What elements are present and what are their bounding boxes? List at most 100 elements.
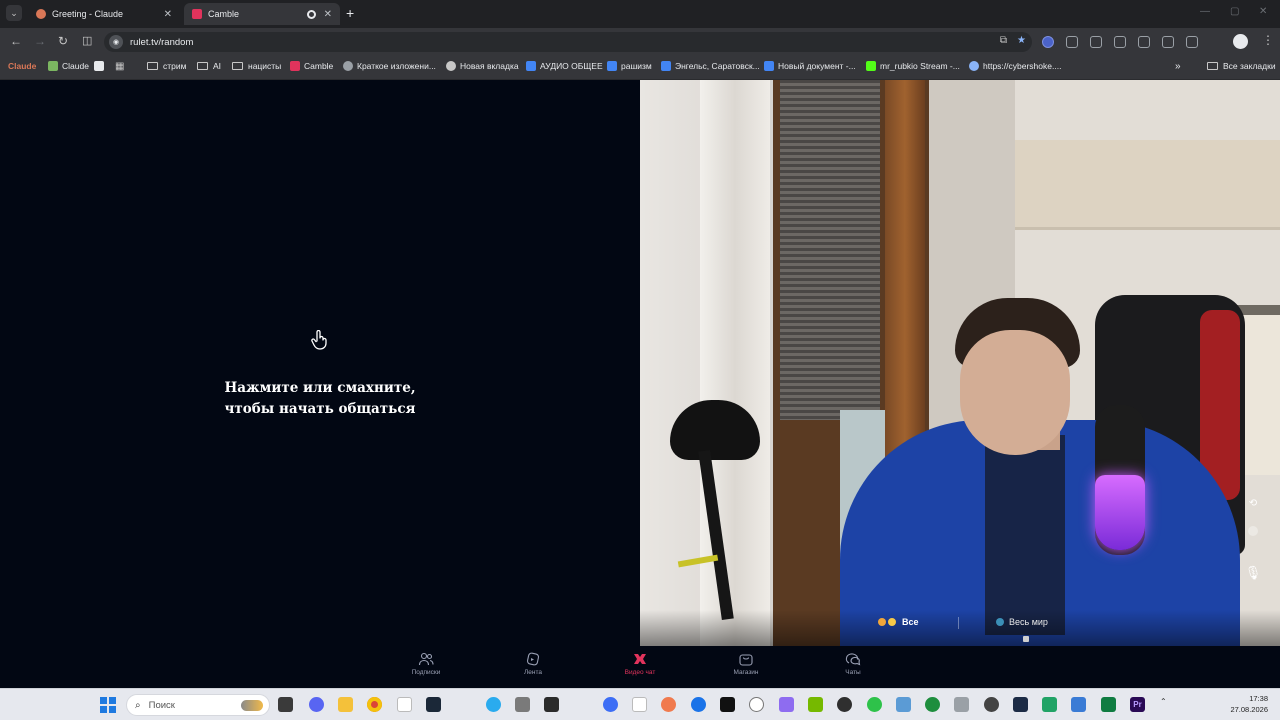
terminal-icon[interactable] — [544, 697, 559, 712]
nav-shop[interactable]: Магазин — [716, 652, 776, 676]
start-chat-area[interactable]: Нажмите или смахните, чтобы начать общат… — [0, 80, 640, 646]
app-icon[interactable] — [896, 697, 911, 712]
nav-video-chat[interactable]: Видео чат — [610, 652, 670, 676]
notepad-icon[interactable] — [397, 697, 412, 712]
snipping-tool-icon[interactable] — [515, 697, 530, 712]
vpn-icon[interactable] — [603, 697, 618, 712]
globe-icon — [996, 618, 1004, 626]
filter-world-button[interactable]: Весь мир — [996, 617, 1048, 627]
browser-menu-icon[interactable]: ⋮ — [1262, 33, 1274, 47]
bookmark-claude-logo[interactable]: Claude — [8, 61, 36, 71]
bookmark-new-tab[interactable]: Новая вкладка — [446, 61, 519, 71]
task-view-icon[interactable] — [278, 697, 293, 712]
telegram-icon[interactable] — [486, 697, 501, 712]
filter-all-button[interactable]: Все — [878, 617, 919, 627]
bottom-navigation: Подписки Лента Видео чат Магазин Чаты — [0, 646, 1280, 688]
more-bookmarks-icon[interactable]: » — [1175, 61, 1181, 72]
close-window-button[interactable]: ✕ — [1259, 6, 1267, 17]
app-icon[interactable] — [1013, 697, 1028, 712]
excel-icon[interactable] — [1042, 697, 1057, 712]
bookmark-summary[interactable]: Краткое изложени... — [343, 61, 436, 71]
settings-gear-icon[interactable] — [954, 697, 969, 712]
bookmark-audio[interactable]: АУДИО ОБЩЕЕ — [526, 61, 603, 71]
profile-avatar[interactable] — [1233, 34, 1248, 49]
app-icon[interactable] — [984, 697, 999, 712]
back-icon[interactable]: ← — [10, 34, 22, 48]
minimize-button[interactable]: — — [1200, 6, 1210, 17]
doc-icon — [661, 61, 671, 71]
bookmark-favicon-icon — [969, 61, 979, 71]
feed-icon — [526, 652, 540, 666]
microphone-icon[interactable]: 🎙 — [1245, 565, 1262, 580]
extensions-puzzle-icon[interactable] — [1066, 36, 1078, 48]
site-info-icon[interactable]: ◉ — [109, 35, 123, 49]
new-tab-button[interactable]: + — [346, 5, 354, 21]
folder-icon — [1207, 62, 1218, 70]
bookmark-camble[interactable]: Camble — [290, 61, 333, 71]
nav-chats[interactable]: Чаты — [823, 652, 883, 676]
extension-icon[interactable] — [1042, 36, 1054, 48]
obs-icon[interactable] — [837, 697, 852, 712]
nvidia-icon[interactable] — [808, 697, 823, 712]
globe-app-icon[interactable] — [925, 697, 940, 712]
bookmark-folder-nazis[interactable]: нацисты — [232, 61, 281, 71]
timer-icon[interactable] — [1248, 526, 1258, 536]
discord-icon[interactable] — [309, 697, 324, 712]
app-icon[interactable] — [867, 697, 882, 712]
bookmark-apps[interactable]: ▦ — [115, 61, 124, 72]
close-tab-icon[interactable]: ✕ — [324, 9, 332, 20]
bookmark-cybershoke[interactable]: https://cybershoke.... — [969, 61, 1061, 71]
taskbar-search[interactable]: ⌕ Поиск — [126, 694, 270, 716]
start-menu-icon[interactable] — [100, 697, 116, 713]
bookmark-kick-stream[interactable]: mr_rubkio Stream -... — [866, 61, 960, 71]
bookmark-new-doc[interactable]: Новый документ -... — [764, 61, 856, 71]
reload-icon[interactable]: ↻ — [58, 34, 68, 48]
claude-app-icon[interactable] — [661, 697, 676, 712]
sidebar-icon[interactable]: ◫ — [82, 34, 92, 47]
tab-search-button[interactable]: ⌄ — [6, 5, 22, 21]
tab-strip: ⌄ Greeting - Claude ✕ Camble ✕ + — ▢ ✕ — [0, 0, 1280, 28]
check-app-icon[interactable] — [691, 697, 706, 712]
link-icon[interactable] — [1138, 36, 1150, 48]
url-text[interactable]: rulet.tv/random — [130, 37, 193, 48]
bookmark-claude[interactable]: Claude — [48, 61, 89, 71]
bookmark-favicon-icon — [48, 61, 58, 71]
tray-overflow-icon[interactable]: ⌃ — [1160, 697, 1167, 706]
grid-icon[interactable] — [1114, 36, 1126, 48]
address-bar[interactable]: ◉ rulet.tv/random ⧉ ★ — [104, 32, 1032, 52]
maximize-button[interactable]: ▢ — [1230, 6, 1239, 17]
switch-camera-icon[interactable]: ⟲ — [1246, 496, 1260, 510]
bookmark-blank[interactable] — [94, 61, 108, 71]
capcut-icon[interactable] — [720, 697, 735, 712]
bookmark-folder-ai[interactable]: AI — [197, 61, 221, 71]
chart-app-icon[interactable] — [1101, 697, 1116, 712]
forward-icon[interactable]: → — [34, 34, 46, 48]
steam-icon[interactable] — [426, 697, 441, 712]
premiere-icon[interactable]: Pr — [1130, 697, 1145, 712]
calendar-icon[interactable] — [1162, 36, 1174, 48]
font-app-icon[interactable] — [632, 697, 647, 712]
file-explorer-icon[interactable] — [338, 697, 353, 712]
tab-title: Camble — [208, 9, 240, 19]
emoji-icon — [878, 618, 886, 626]
bookmark-engels[interactable]: Энгельс, Саратовск... — [661, 61, 760, 71]
side-panel-icon[interactable] — [1186, 36, 1198, 48]
translate-icon[interactable] — [1090, 36, 1102, 48]
chrome-icon[interactable] — [367, 697, 382, 712]
obsidian-icon[interactable] — [779, 697, 794, 712]
nav-feed[interactable]: Лента — [503, 652, 563, 676]
close-tab-icon[interactable]: ✕ — [164, 9, 172, 20]
bookmark-folder-stream[interactable]: стрим — [147, 61, 186, 71]
nav-subscriptions[interactable]: Подписки — [396, 652, 456, 676]
bookmark-star-icon[interactable]: ★ — [1017, 35, 1026, 46]
install-app-icon[interactable]: ⧉ — [1000, 35, 1007, 46]
all-bookmarks-button[interactable]: Все закладки — [1207, 61, 1276, 71]
tap-hand-icon — [311, 330, 327, 350]
tab-camble[interactable]: Camble ✕ — [184, 3, 340, 25]
tab-greeting-claude[interactable]: Greeting - Claude ✕ — [28, 3, 180, 25]
bookmark-rashizm[interactable]: рашизм — [607, 61, 652, 71]
taskbar-clock[interactable]: 17:38 27.08.2026 — [1226, 693, 1268, 715]
chatgpt-icon[interactable] — [749, 697, 764, 712]
screen: ⌄ Greeting - Claude ✕ Camble ✕ + — ▢ ✕ ←… — [0, 0, 1280, 720]
app-icon[interactable] — [1071, 697, 1086, 712]
